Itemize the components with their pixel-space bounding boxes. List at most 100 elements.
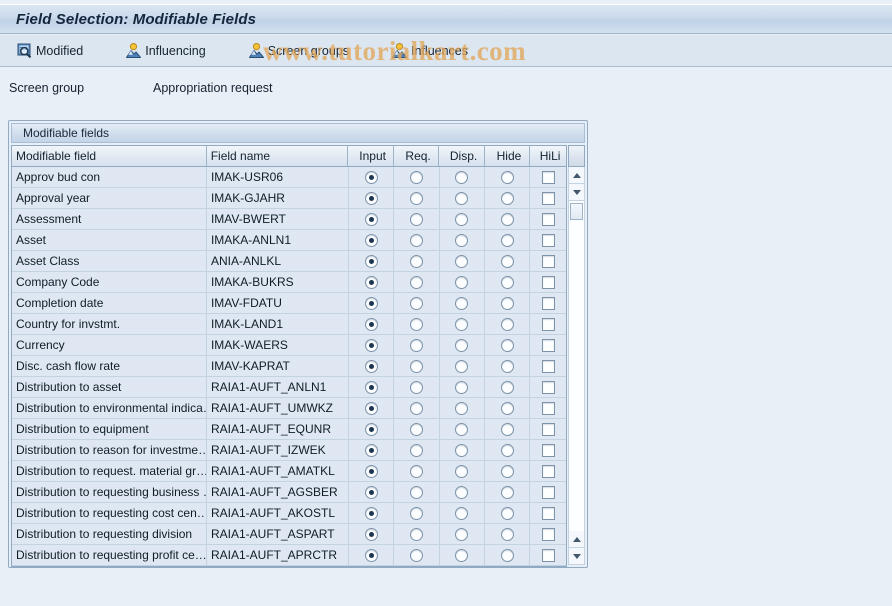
checkbox-hili[interactable] — [541, 338, 555, 352]
column-header-disp[interactable]: Disp. — [439, 146, 485, 166]
table-row[interactable]: Completion date IMAV-FDATU — [12, 293, 566, 314]
checkbox-hili[interactable] — [541, 464, 555, 478]
radio-req[interactable] — [409, 170, 423, 184]
radio-disp[interactable] — [455, 443, 469, 457]
radio-req[interactable] — [409, 233, 423, 247]
checkbox-hili[interactable] — [541, 317, 555, 331]
radio-input[interactable] — [364, 506, 378, 520]
radio-hide[interactable] — [500, 170, 514, 184]
screen-groups-button[interactable]: Screen groups — [241, 39, 358, 63]
checkbox-hili[interactable] — [541, 401, 555, 415]
table-row[interactable]: Country for invstmt. IMAK-LAND1 — [12, 314, 566, 335]
checkbox-hili[interactable] — [541, 548, 555, 562]
radio-hide[interactable] — [500, 401, 514, 415]
radio-req[interactable] — [409, 506, 423, 520]
radio-hide[interactable] — [500, 380, 514, 394]
checkbox-hili[interactable] — [541, 506, 555, 520]
checkbox-hili[interactable] — [541, 191, 555, 205]
radio-hide[interactable] — [500, 548, 514, 562]
radio-req[interactable] — [409, 317, 423, 331]
table-vertical-scrollbar[interactable] — [568, 145, 585, 565]
scroll-down-button[interactable] — [568, 184, 585, 201]
radio-req[interactable] — [409, 212, 423, 226]
radio-input[interactable] — [364, 548, 378, 562]
column-header-hili[interactable]: HiLi — [530, 146, 566, 166]
table-row[interactable]: Approv bud con IMAK-USR06 — [12, 167, 566, 188]
radio-hide[interactable] — [500, 317, 514, 331]
scrollbar-thumb[interactable] — [570, 203, 583, 220]
radio-input[interactable] — [364, 191, 378, 205]
radio-input[interactable] — [364, 527, 378, 541]
radio-req[interactable] — [409, 191, 423, 205]
radio-disp[interactable] — [455, 506, 469, 520]
table-row[interactable]: Disc. cash flow rate IMAV-KAPRAT — [12, 356, 566, 377]
scroll-up-button[interactable] — [568, 167, 585, 184]
scroll-page-up-button[interactable] — [568, 531, 585, 548]
table-row[interactable]: Distribution to requesting division RAIA1… — [12, 524, 566, 545]
radio-input[interactable] — [364, 275, 378, 289]
radio-disp[interactable] — [455, 401, 469, 415]
radio-input[interactable] — [364, 380, 378, 394]
radio-req[interactable] — [409, 464, 423, 478]
radio-input[interactable] — [364, 401, 378, 415]
radio-req[interactable] — [409, 548, 423, 562]
radio-disp[interactable] — [455, 548, 469, 562]
radio-input[interactable] — [364, 359, 378, 373]
radio-hide[interactable] — [500, 296, 514, 310]
radio-disp[interactable] — [455, 254, 469, 268]
checkbox-hili[interactable] — [541, 485, 555, 499]
radio-input[interactable] — [364, 170, 378, 184]
checkbox-hili[interactable] — [541, 296, 555, 310]
radio-req[interactable] — [409, 401, 423, 415]
radio-input[interactable] — [364, 338, 378, 352]
radio-disp[interactable] — [455, 233, 469, 247]
table-row[interactable]: Distribution to environmental indica… RAI… — [12, 398, 566, 419]
radio-hide[interactable] — [500, 191, 514, 205]
checkbox-hili[interactable] — [541, 170, 555, 184]
radio-input[interactable] — [364, 296, 378, 310]
radio-req[interactable] — [409, 485, 423, 499]
radio-disp[interactable] — [455, 380, 469, 394]
radio-hide[interactable] — [500, 275, 514, 289]
column-header-input[interactable]: Input — [348, 146, 394, 166]
scrollbar-track[interactable] — [568, 201, 585, 531]
radio-disp[interactable] — [455, 464, 469, 478]
radio-req[interactable] — [409, 443, 423, 457]
checkbox-hili[interactable] — [541, 275, 555, 289]
radio-input[interactable] — [364, 212, 378, 226]
influences-button[interactable]: Influences — [384, 39, 477, 63]
checkbox-hili[interactable] — [541, 380, 555, 394]
checkbox-hili[interactable] — [541, 443, 555, 457]
radio-hide[interactable] — [500, 233, 514, 247]
radio-input[interactable] — [364, 485, 378, 499]
influencing-button[interactable]: Influencing — [118, 39, 214, 63]
table-row[interactable]: Assessment IMAV-BWERT — [12, 209, 566, 230]
column-header-hide[interactable]: Hide — [485, 146, 531, 166]
table-row[interactable]: Distribution to reason for investme… RAIA… — [12, 440, 566, 461]
radio-hide[interactable] — [500, 359, 514, 373]
table-row[interactable]: Company Code IMAKA-BUKRS — [12, 272, 566, 293]
select-all-rows-button[interactable] — [568, 145, 585, 167]
radio-disp[interactable] — [455, 422, 469, 436]
radio-disp[interactable] — [455, 317, 469, 331]
radio-input[interactable] — [364, 317, 378, 331]
radio-req[interactable] — [409, 527, 423, 541]
column-header-field-name[interactable]: Field name — [207, 146, 349, 166]
radio-hide[interactable] — [500, 422, 514, 436]
radio-disp[interactable] — [455, 275, 469, 289]
table-row[interactable]: Asset IMAKA-ANLN1 — [12, 230, 566, 251]
radio-disp[interactable] — [455, 170, 469, 184]
checkbox-hili[interactable] — [541, 422, 555, 436]
radio-input[interactable] — [364, 443, 378, 457]
radio-req[interactable] — [409, 275, 423, 289]
radio-req[interactable] — [409, 296, 423, 310]
radio-req[interactable] — [409, 380, 423, 394]
radio-disp[interactable] — [455, 485, 469, 499]
radio-input[interactable] — [364, 233, 378, 247]
radio-disp[interactable] — [455, 359, 469, 373]
radio-input[interactable] — [364, 464, 378, 478]
radio-disp[interactable] — [455, 527, 469, 541]
column-header-req[interactable]: Req. — [394, 146, 440, 166]
checkbox-hili[interactable] — [541, 233, 555, 247]
table-row[interactable]: Distribution to request. material gr… RAI… — [12, 461, 566, 482]
